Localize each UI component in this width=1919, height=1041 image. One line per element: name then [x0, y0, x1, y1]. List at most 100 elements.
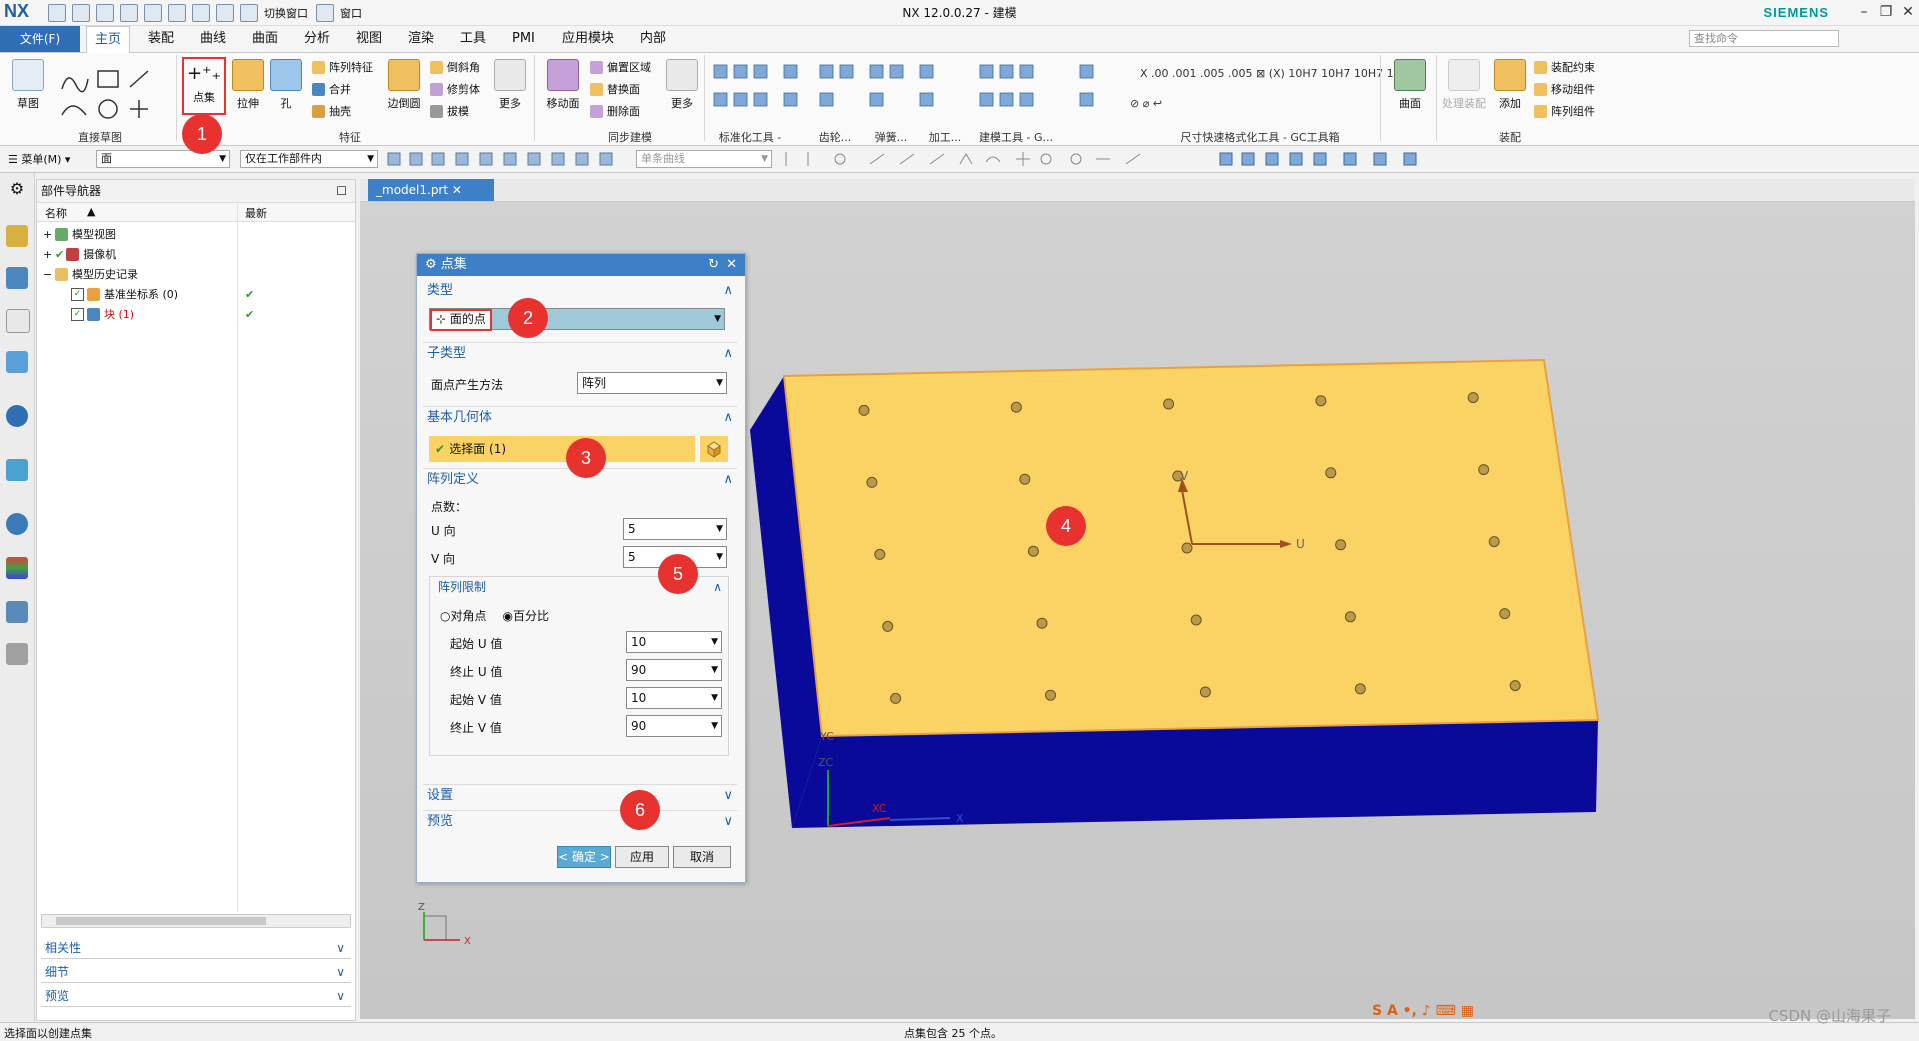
hole-button[interactable]: 孔 [268, 59, 304, 111]
tree-item-model-views[interactable]: + 模型视图 [37, 224, 361, 244]
preview-section-header[interactable]: 预览 ∨ [423, 810, 737, 832]
type-section-header[interactable]: 类型 ∧ [423, 280, 737, 302]
base-geometry-section-header[interactable]: 基本几何体 ∧ [423, 406, 737, 428]
checkbox[interactable]: ✓ [71, 307, 84, 321]
unite-button[interactable]: 合并 [312, 81, 351, 97]
checkbox[interactable]: ✓ [71, 287, 84, 301]
hd3d-icon[interactable] [6, 405, 28, 427]
select-face-field[interactable]: ✔ 选择面 (1) [429, 436, 695, 462]
type-select[interactable]: ⊹ 面的点 ▼ [429, 308, 725, 331]
tab-curve[interactable]: 曲线 [192, 26, 234, 52]
column-name[interactable]: 名称 [45, 205, 67, 221]
ok-button[interactable]: < 确定 > [557, 846, 611, 868]
apply-button[interactable]: 应用 [615, 846, 669, 868]
array-component-button[interactable]: 阵列组件 [1534, 103, 1595, 119]
method-select[interactable]: 阵列 ▼ [577, 372, 727, 394]
radio-diagonal[interactable]: ○ [440, 609, 450, 623]
shell-button[interactable]: 抽壳 [312, 103, 351, 119]
delete-face-button[interactable]: 删除面 [590, 103, 640, 119]
curve-rule-select[interactable]: 单条曲线 ▼ [636, 150, 772, 168]
extrude-button[interactable]: 拉伸 [230, 59, 266, 111]
ime-toolbar[interactable]: S A •, ♪ ⌨ ▦ [1372, 1003, 1474, 1019]
preview-panel[interactable]: 预览 ∨ [41, 986, 351, 1007]
face-cube-icon[interactable] [699, 436, 728, 462]
palette-icon[interactable] [6, 557, 28, 579]
part-navigator-icon[interactable] [6, 309, 30, 333]
feature-more-button[interactable]: 更多 [492, 59, 528, 111]
reuse-library-icon[interactable] [6, 351, 28, 373]
edge-blend-button[interactable]: 边倒圆 [382, 59, 426, 111]
snap-tools[interactable] [386, 150, 636, 168]
gear-icon[interactable]: ⚙ [6, 179, 28, 201]
offset-region-button[interactable]: 偏置区域 [590, 59, 651, 75]
tree-item-cameras[interactable]: + ✔ 摄像机 [37, 244, 361, 264]
system-scene-icon[interactable] [6, 643, 28, 665]
tab-home[interactable]: 主页 [86, 26, 131, 53]
sketch-tool-icons[interactable] [58, 65, 178, 125]
tree-item-model-history[interactable]: − 模型历史记录 [37, 264, 361, 284]
end-v-input[interactable]: 90 ▼ [626, 715, 722, 737]
subtype-section-header[interactable]: 子类型 ∧ [423, 342, 737, 364]
file-menu-button[interactable]: 文件(F) [0, 26, 80, 52]
reset-icon[interactable]: ↻ [708, 254, 719, 276]
menu-dropdown[interactable]: ☰ 菜单(M) ▾ [8, 151, 70, 167]
replace-face-button[interactable]: 替换面 [590, 81, 640, 97]
radio-percent[interactable]: ◉ [503, 609, 513, 623]
process-assembly-button[interactable]: 处理装配 [1440, 59, 1488, 111]
constraint-navigator-icon[interactable] [6, 267, 28, 289]
tree-item-block[interactable]: ✓ 块 (1) ✔ [37, 304, 389, 324]
add-component-button[interactable]: 添加 [1492, 59, 1528, 111]
trim-body-button[interactable]: 修剪体 [430, 81, 480, 97]
point-set-button[interactable]: +⁺₊ 点集 [182, 57, 226, 115]
tab-application[interactable]: 应用模块 [554, 26, 622, 52]
tab-internal[interactable]: 内部 [632, 26, 674, 52]
draft-button[interactable]: 拔模 [430, 103, 469, 119]
expand-icon[interactable]: + [43, 228, 55, 241]
details-panel[interactable]: 细节 ∨ [41, 962, 351, 983]
tree-item-datum-csys[interactable]: ✓ 基准坐标系 (0) ✔ [37, 284, 389, 304]
cancel-button[interactable]: 取消 [673, 846, 731, 868]
close-icon[interactable]: ✕ [726, 254, 737, 276]
web-browser-icon[interactable] [6, 459, 28, 481]
role-icon[interactable] [6, 601, 28, 623]
start-v-input[interactable]: 10 ▼ [626, 687, 722, 709]
tab-render[interactable]: 渲染 [400, 26, 442, 52]
minimize-icon[interactable]: – [1853, 2, 1875, 22]
tab-analysis[interactable]: 分析 [296, 26, 338, 52]
column-latest[interactable]: 最新 [245, 205, 267, 221]
document-tab[interactable]: _model1.prt ✕ [368, 179, 494, 201]
horizontal-scrollbar[interactable] [41, 914, 351, 928]
tab-assembly[interactable]: 装配 [140, 26, 182, 52]
history-clock-icon[interactable] [6, 513, 28, 535]
sync-more-button[interactable]: 更多 [664, 59, 700, 111]
collapse-icon[interactable]: − [43, 268, 55, 281]
expand-icon[interactable]: + [43, 248, 55, 261]
tab-surface[interactable]: 曲面 [244, 26, 286, 52]
end-u-input[interactable]: 90 ▼ [626, 659, 722, 681]
selection-scope-select[interactable]: 仅在工作部件内 ▼ [240, 150, 378, 168]
gear-icon[interactable]: ⚙ [425, 257, 441, 272]
dependencies-panel[interactable]: 相关性 ∨ [41, 938, 351, 959]
type-filter-select[interactable]: 面 ▼ [96, 150, 230, 168]
tab-pmi[interactable]: PMI [504, 26, 543, 52]
scrollbar-thumb[interactable] [56, 917, 266, 925]
sketch-button[interactable]: 草图 [10, 59, 46, 111]
settings-section-header[interactable]: 设置 ∨ [423, 784, 737, 806]
command-search-input[interactable]: 查找命令 [1689, 30, 1839, 47]
move-component-button[interactable]: 移动组件 [1534, 81, 1595, 97]
surface-button[interactable]: 曲面 [1390, 59, 1430, 111]
u-count-input[interactable]: 5 ▼ [623, 518, 727, 540]
assembly-navigator-icon[interactable] [6, 225, 28, 247]
snap-point-tools[interactable] [780, 150, 1500, 168]
maximize-icon[interactable]: ☐ [336, 180, 347, 202]
tab-tools[interactable]: 工具 [452, 26, 494, 52]
assembly-constraint-button[interactable]: 装配约束 [1534, 59, 1595, 75]
close-icon[interactable]: ✕ [452, 183, 462, 197]
array-feature-button[interactable]: 阵列特征 [312, 59, 373, 75]
restore-icon[interactable]: ❐ [1875, 2, 1897, 22]
start-u-input[interactable]: 10 ▼ [626, 631, 722, 653]
tab-view[interactable]: 视图 [348, 26, 390, 52]
move-face-button[interactable]: 移动面 [540, 59, 586, 111]
close-icon[interactable]: ✕ [1897, 2, 1919, 22]
chamfer-button[interactable]: 倒斜角 [430, 59, 480, 75]
